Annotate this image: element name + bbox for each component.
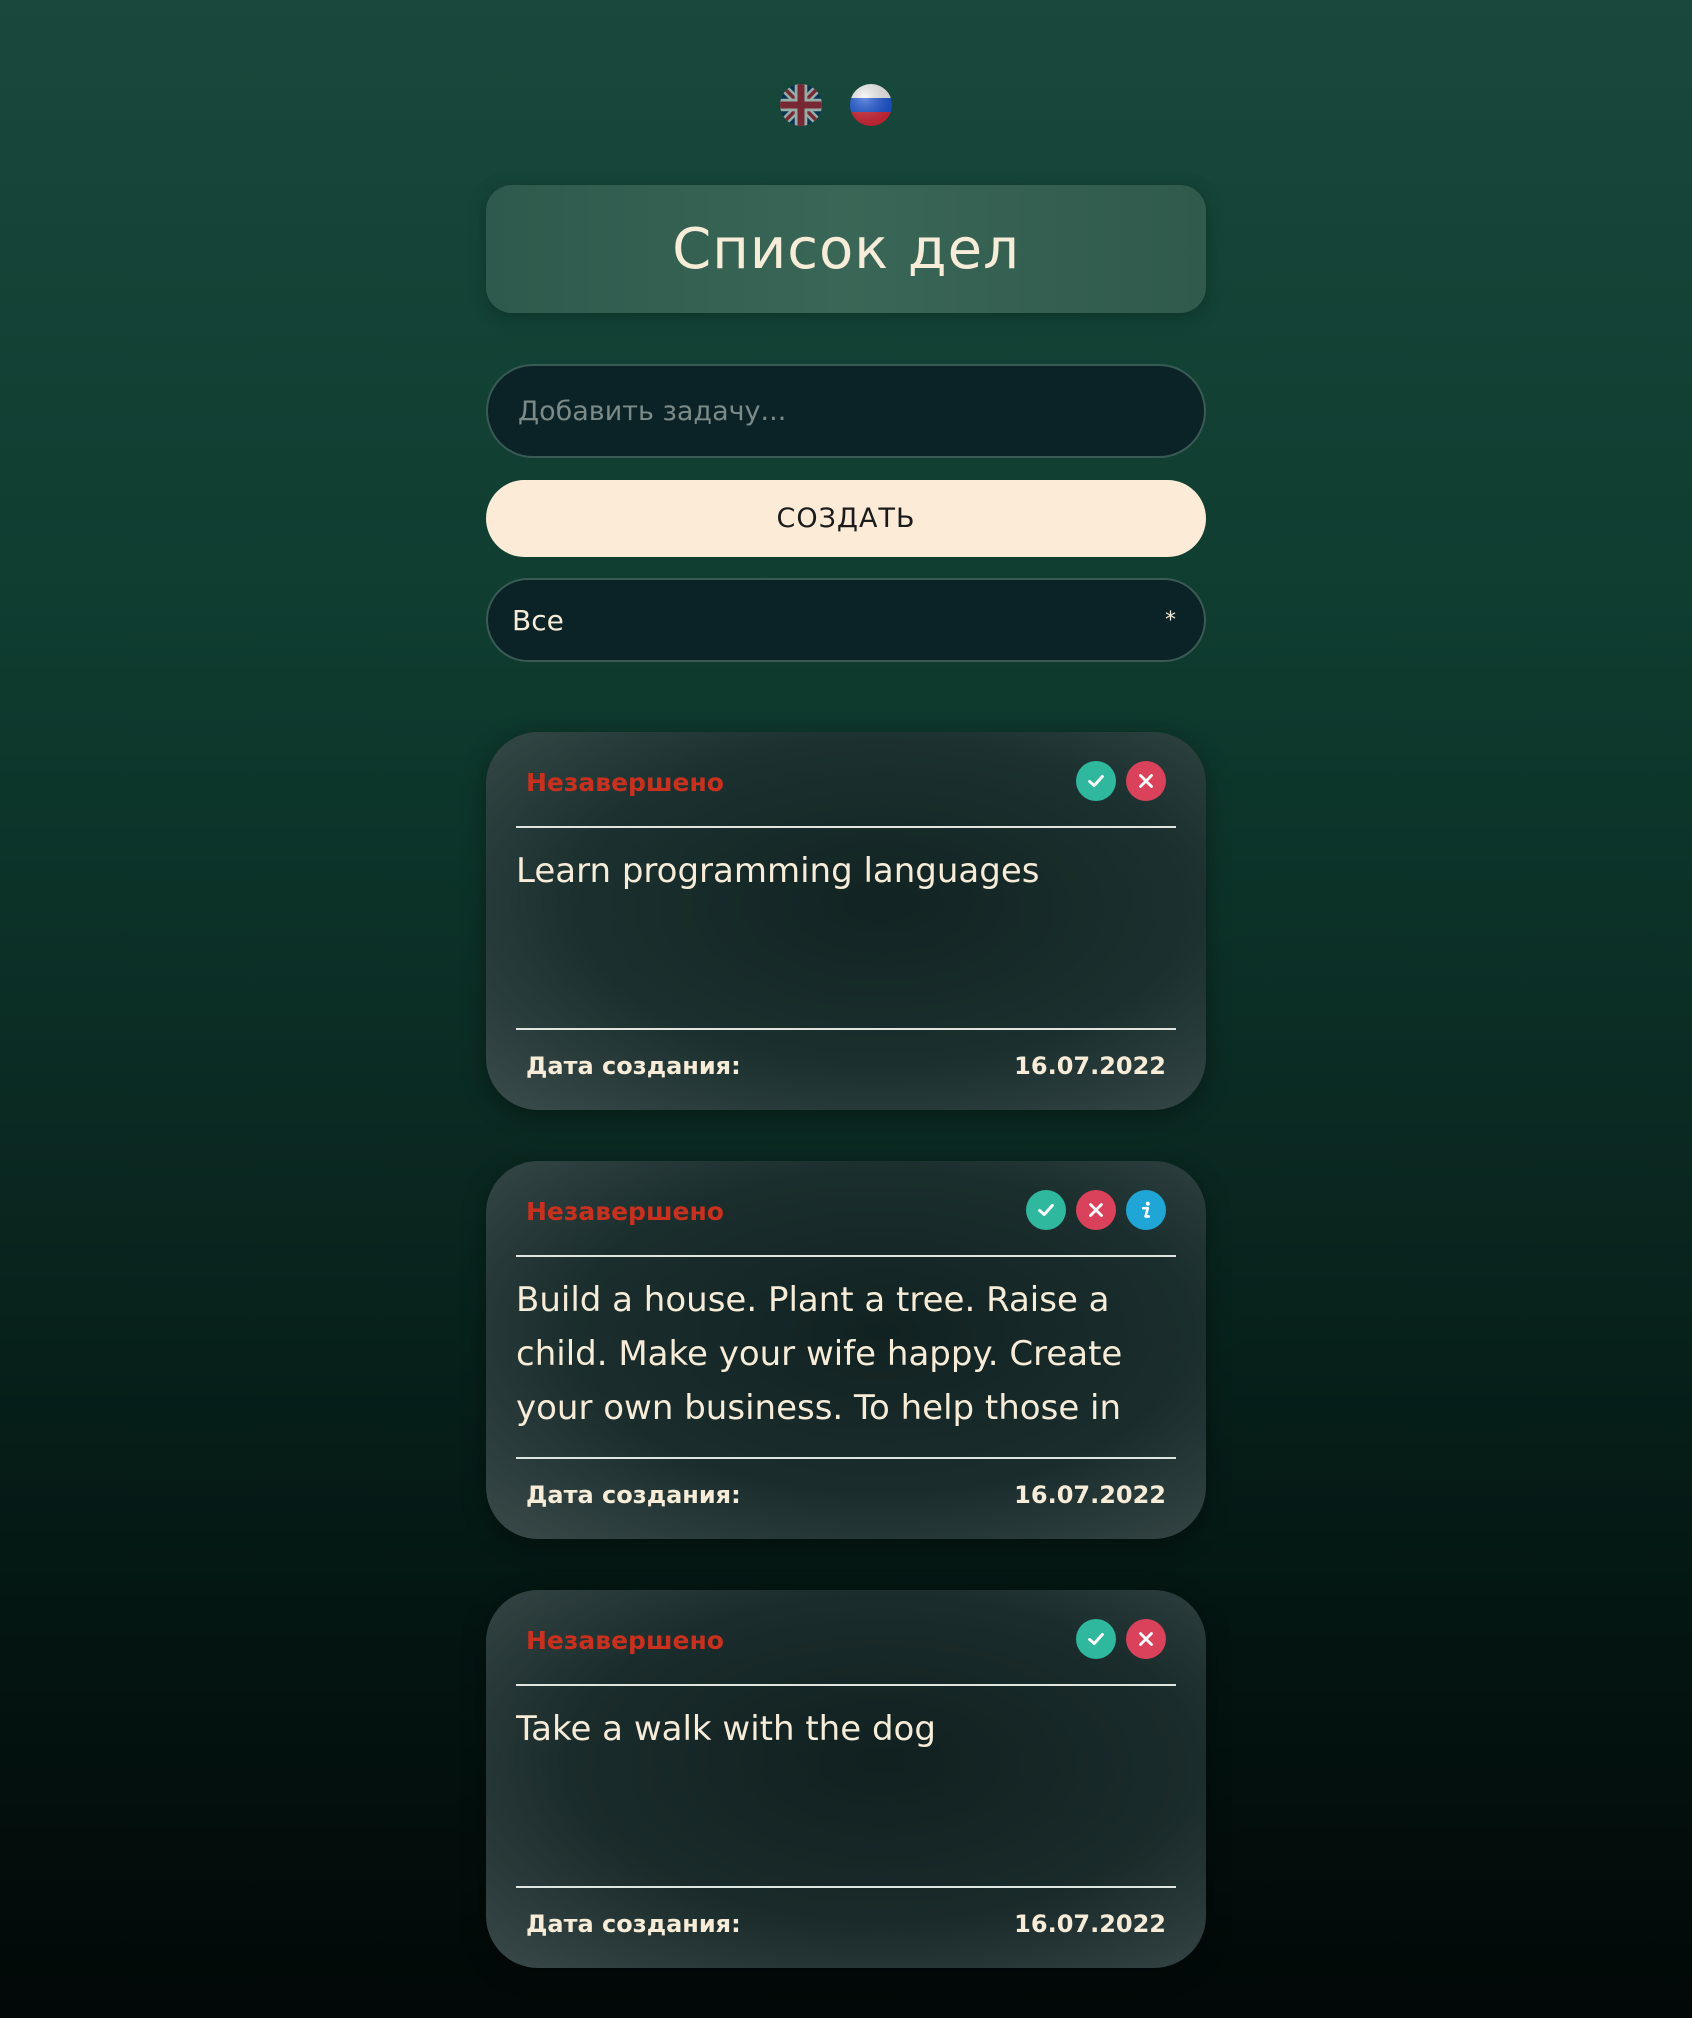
complete-check-icon[interactable] (1076, 1619, 1116, 1659)
creation-date-label: Дата создания: (526, 1481, 741, 1509)
delete-x-icon[interactable] (1126, 761, 1166, 801)
divider (516, 826, 1176, 828)
creation-date-value: 16.07.2022 (1014, 1910, 1166, 1938)
task-card: Незавершено Learn programming languages … (486, 732, 1206, 1110)
language-switcher (0, 84, 1692, 126)
divider (516, 1028, 1176, 1030)
task-text: Take a walk with the dog (516, 1709, 936, 1749)
create-button[interactable]: СОЗДАТЬ (486, 480, 1206, 557)
divider (516, 1457, 1176, 1459)
divider (516, 1886, 1176, 1888)
divider (516, 1255, 1176, 1257)
russia-flag-icon[interactable] (850, 84, 892, 126)
task-status: Незавершено (526, 1197, 724, 1226)
uk-flag-icon[interactable] (780, 84, 822, 126)
header-panel: Список дел (486, 185, 1206, 313)
filter-selected-value: Все (512, 603, 564, 637)
new-task-input[interactable] (488, 366, 1204, 456)
task-actions (1076, 1619, 1166, 1659)
complete-check-icon[interactable] (1076, 761, 1116, 801)
delete-x-icon[interactable] (1126, 1619, 1166, 1659)
task-actions (1076, 761, 1166, 801)
creation-date-label: Дата создания: (526, 1910, 741, 1938)
task-status: Незавершено (526, 768, 724, 797)
task-actions (1026, 1190, 1166, 1230)
task-status: Незавершено (526, 1626, 724, 1655)
divider (516, 1684, 1176, 1686)
new-task-field-wrapper (486, 364, 1206, 458)
task-card: Незавершено Build a house. Plant a tree.… (486, 1161, 1206, 1539)
creation-date-label: Дата создания: (526, 1052, 741, 1080)
task-text: Build a house. Plant a tree. Raise a chi… (516, 1280, 1123, 1428)
page-title: Список дел (672, 216, 1020, 282)
task-text: Learn programming languages (516, 851, 1040, 891)
filter-select[interactable]: Все * (486, 578, 1206, 662)
task-card: Незавершено Take a walk with the dog Дат… (486, 1590, 1206, 1968)
info-icon[interactable] (1126, 1190, 1166, 1230)
delete-x-icon[interactable] (1076, 1190, 1116, 1230)
dropdown-arrow-icon: * (1165, 607, 1176, 633)
complete-check-icon[interactable] (1026, 1190, 1066, 1230)
creation-date-value: 16.07.2022 (1014, 1052, 1166, 1080)
creation-date-value: 16.07.2022 (1014, 1481, 1166, 1509)
